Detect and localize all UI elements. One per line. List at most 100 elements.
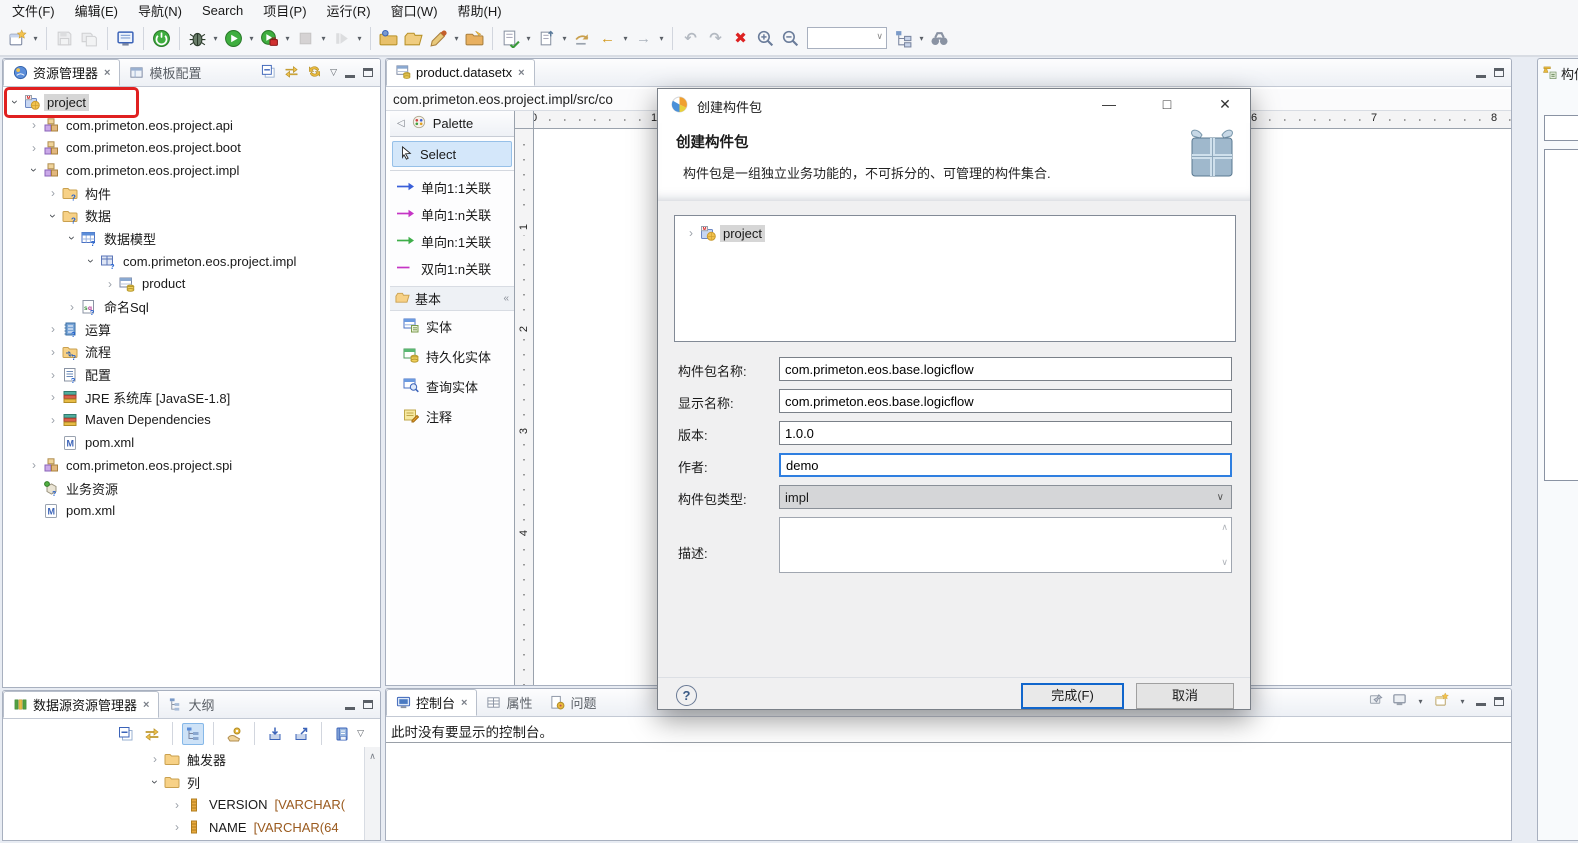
view-menu-icon[interactable]: ▽ [330, 67, 337, 78]
format-brush-icon[interactable] [426, 25, 451, 51]
collapse-all-icon[interactable] [115, 723, 137, 745]
palette-tool-relation-3[interactable]: 双向1:n关联 [390, 255, 514, 282]
link-editor-icon[interactable] [141, 723, 163, 745]
maximize-panel-icon[interactable] [363, 68, 373, 77]
redo-icon[interactable]: ↷ [703, 25, 728, 51]
help-button[interactable]: ? [676, 685, 697, 706]
new-console-icon[interactable] [1434, 692, 1449, 710]
diagram-dropdown-icon[interactable]: ▾ [916, 34, 927, 43]
maximize-console-icon[interactable] [1494, 697, 1504, 706]
tree-arrow[interactable]: › [65, 230, 79, 246]
tree-arrow[interactable]: › [26, 458, 42, 472]
console-monitor-icon[interactable] [113, 25, 138, 51]
tree-arrow[interactable]: › [26, 141, 42, 155]
tree-row[interactable]: ›sq?命名Sql [3, 295, 380, 318]
tab-console[interactable]: 控制台× [386, 689, 477, 716]
tab-explorer[interactable]: 资源管理器× [3, 59, 120, 86]
diagram-outline-icon[interactable] [891, 25, 916, 51]
palette-header[interactable]: ◁ Palette [390, 111, 514, 137]
run-tool-dropdown-icon[interactable]: ▾ [282, 34, 293, 43]
export-icon[interactable] [290, 723, 312, 745]
tree-arrow[interactable]: › [45, 186, 61, 200]
tree-row[interactable]: ›触发器 [3, 748, 364, 771]
dialog-titlebar[interactable]: 创建构件包 — □ ✕ [658, 89, 1250, 123]
tree-arrow[interactable]: › [84, 253, 98, 269]
resume-icon[interactable] [329, 25, 354, 51]
tree-arrow[interactable]: › [147, 752, 163, 766]
tab-close-icon[interactable]: × [461, 697, 467, 709]
maximize-editor-icon[interactable] [1494, 68, 1504, 77]
collapse-all-icon[interactable] [261, 64, 276, 82]
palette-group-basic[interactable]: 基本 « [390, 286, 514, 311]
save-all-icon[interactable] [77, 25, 102, 51]
menu-item-1[interactable]: 编辑(E) [65, 0, 128, 22]
checkin-dropdown-icon[interactable]: ▾ [523, 34, 534, 43]
display-name-input[interactable] [779, 389, 1232, 413]
tree-row[interactable]: ›?配置 [3, 363, 380, 386]
new-console-dropdown-icon[interactable]: ▾ [1457, 697, 1468, 706]
tree-row[interactable]: ›VERSION[VARCHAR( [3, 793, 364, 816]
tree-row[interactable]: ›?数据 [3, 204, 380, 227]
checkin-icon[interactable] [498, 25, 523, 51]
tree-arrow[interactable]: › [45, 390, 61, 404]
palette-select-tool[interactable]: Select [392, 141, 512, 167]
minimize-panel-icon[interactable] [345, 707, 355, 710]
tree-row[interactable]: ›com.primeton.eos.project.impl [3, 159, 380, 182]
back-dropdown-icon[interactable]: ▾ [620, 34, 631, 43]
resume-dropdown-icon[interactable]: ▾ [354, 34, 365, 43]
display-dropdown-icon[interactable]: ▾ [1415, 697, 1426, 706]
palette-tool-query[interactable]: 查询实体 [390, 371, 514, 401]
component-panel-list[interactable] [1544, 149, 1578, 481]
tab-close-icon[interactable]: × [143, 699, 149, 711]
open-resource-icon[interactable] [401, 25, 426, 51]
maximize-panel-icon[interactable] [363, 700, 373, 709]
palette-tool-relation-0[interactable]: 单向1:1关联 [390, 174, 514, 201]
save-icon[interactable] [52, 25, 77, 51]
tree-row[interactable]: ›JRE 系统库 [JavaSE-1.8] [3, 386, 380, 409]
version-input[interactable] [779, 421, 1232, 445]
server-start-icon[interactable] [149, 25, 174, 51]
menu-item-2[interactable]: 导航(N) [128, 0, 192, 22]
tree-arrow[interactable]: › [64, 300, 80, 314]
save-model-icon[interactable] [331, 723, 353, 745]
import-icon[interactable] [264, 723, 286, 745]
stop-icon[interactable] [293, 25, 318, 51]
tree-arrow[interactable]: › [169, 798, 185, 812]
minimize-console-icon[interactable] [1476, 703, 1486, 706]
minimize-panel-icon[interactable] [345, 75, 355, 78]
author-input[interactable] [779, 453, 1232, 477]
menu-item-0[interactable]: 文件(F) [2, 0, 65, 22]
dialog-project-tree[interactable]: › M project [674, 215, 1236, 342]
debug-icon[interactable] [185, 25, 210, 51]
tab-outline[interactable]: 大纲 [159, 691, 223, 718]
forward-icon[interactable]: → [631, 25, 656, 51]
tree-arrow[interactable]: › [169, 820, 185, 834]
dialog-close-icon[interactable]: ✕ [1210, 96, 1240, 113]
search-folder-icon[interactable] [462, 25, 487, 51]
palette-tool-relation-1[interactable]: 单向1:n关联 [390, 201, 514, 228]
cancel-button[interactable]: 取消 [1136, 683, 1234, 709]
scrollbar[interactable]: ∧ [364, 747, 380, 840]
tree-row[interactable]: ›?com.primeton.eos.project.impl [3, 250, 380, 273]
component-panel-tab[interactable]: 构件 [1538, 59, 1578, 83]
tree-row[interactable]: ›Maven Dependencies [3, 409, 380, 432]
menu-item-6[interactable]: 窗口(W) [381, 0, 448, 22]
tab-properties[interactable]: 属性 [477, 689, 541, 716]
menu-item-5[interactable]: 运行(R) [317, 0, 381, 22]
forward-dropdown-icon[interactable]: ▾ [656, 34, 667, 43]
tree-row[interactable]: ›com.primeton.eos.project.api [3, 114, 380, 137]
open-folder-icon[interactable] [376, 25, 401, 51]
delete-icon[interactable]: ✖ [728, 25, 753, 51]
palette-tool-entity[interactable]: 实体 [390, 311, 514, 341]
tree-row[interactable]: ›NAME[VARCHAR(64 [3, 816, 364, 839]
zoom-in-icon[interactable] [753, 25, 778, 51]
menu-item-4[interactable]: 项目(P) [253, 0, 316, 22]
zoom-level-combo[interactable]: ∨ [807, 27, 887, 49]
package-name-input[interactable] [779, 357, 1232, 381]
palette-tool-persist[interactable]: 持久化实体 [390, 341, 514, 371]
tree-arrow[interactable]: › [26, 118, 42, 132]
tab-close-icon[interactable]: × [104, 67, 110, 79]
stop-dropdown-icon[interactable]: ▾ [318, 34, 329, 43]
tree-arrow[interactable]: › [45, 345, 61, 359]
tree-row[interactable]: ?业务资源 [3, 477, 380, 500]
